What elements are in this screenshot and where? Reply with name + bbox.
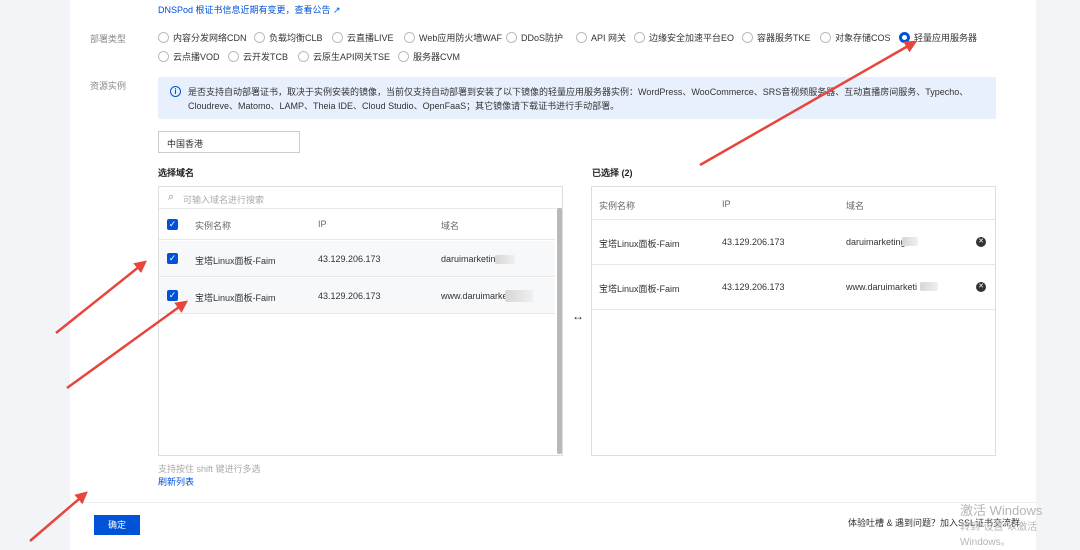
column-header-domain: 域名 [441, 221, 460, 231]
domain-source-list: ⌕ 可输入域名进行搜索 ✓ 实例名称 IP 域名 ✓ 宝塔Linux面板-Fai… [158, 186, 563, 456]
dnspod-notice-link[interactable]: DNSPod 根证书信息近期有变更，查看公告 ↗ [158, 3, 341, 16]
deploy-type-label: 部署类型 [90, 34, 127, 44]
domain-target-list: 实例名称 IP 域名 宝塔Linux面板-Faim 43.129.206.173… [591, 186, 996, 456]
chevron-down-icon: ⌄ [167, 135, 176, 146]
row-ip: 43.129.206.173 [318, 254, 381, 264]
column-header-ip: IP [722, 199, 731, 209]
radio-cdn[interactable]: 内容分发网络CDN [158, 31, 247, 44]
radio-eo[interactable]: 边缘安全加速平台EO [634, 31, 734, 44]
list-scrollbar[interactable] [557, 208, 562, 454]
radio-lighthouse[interactable]: 轻量应用服务器 [899, 31, 977, 44]
radio-ddos[interactable]: DDoS防护 [506, 31, 563, 44]
select-domain-title: 选择域名 [158, 168, 195, 178]
row-instance-name: 宝塔Linux面板-Faim [195, 293, 276, 303]
table-header: 实例名称 IP 域名 [592, 187, 995, 220]
radio-circle-icon [404, 32, 415, 43]
row-instance-name: 宝塔Linux面板-Faim [599, 239, 680, 249]
confirm-button[interactable]: 确定 [94, 515, 140, 535]
column-header-ip: IP [318, 219, 327, 229]
radio-api-gateway[interactable]: API 网关 [576, 31, 626, 44]
row-checkbox[interactable]: ✓ [167, 290, 178, 301]
row-instance-name: 宝塔Linux面板-Faim [195, 256, 276, 266]
resource-label: 资源实例 [90, 81, 127, 91]
radio-tcb[interactable]: 云开发TCB [228, 50, 288, 63]
radio-circle-icon [820, 32, 831, 43]
row-instance-name: 宝塔Linux面板-Faim [599, 284, 680, 294]
dnspod-notice-text: DNSPod 根证书信息近期有变更，查看公告 [158, 5, 331, 15]
radio-circle-icon [576, 32, 587, 43]
info-icon: i [170, 86, 181, 97]
row-checkbox[interactable]: ✓ [167, 253, 178, 264]
radio-waf[interactable]: Web应用防火墙WAF [404, 31, 502, 44]
domain-search-bar[interactable]: ⌕ 可输入域名进行搜索 [159, 187, 562, 209]
redacted-mask [920, 282, 938, 291]
radio-selected-icon [899, 32, 910, 43]
image-support-notice: i 是否支持自动部署证书，取决于实例安装的镜像，当前仅支持自动部署到安装了以下镜… [158, 77, 996, 119]
radio-cvm[interactable]: 服务器CVM [398, 50, 460, 63]
windows-watermark-subtitle: 转到"设置"以激活 Windows。 [960, 522, 1038, 548]
image-support-notice-text: 是否支持自动部署证书，取决于实例安装的镜像，当前仅支持自动部署到安装了以下镜像的… [188, 87, 969, 111]
column-header-instance: 实例名称 [195, 221, 232, 231]
radio-circle-icon [506, 32, 517, 43]
radio-circle-icon [742, 32, 753, 43]
radio-circle-icon [158, 32, 169, 43]
transfer-icon: ↔ [572, 309, 584, 323]
remove-icon[interactable]: ✕ [976, 237, 986, 247]
radio-vod[interactable]: 云点播VOD [158, 50, 220, 63]
redacted-mask [505, 290, 533, 302]
radio-circle-icon [634, 32, 645, 43]
radio-live[interactable]: 云直播LIVE [332, 31, 394, 44]
external-link-icon: ↗ [333, 5, 341, 15]
footer-divider [70, 502, 1036, 503]
row-domain: www.daruimarketi [846, 282, 918, 292]
selected-row: 宝塔Linux面板-Faim 43.129.206.173 daruimarke… [592, 220, 995, 265]
radio-circle-icon [228, 51, 239, 62]
row-domain: www.daruimarke [441, 291, 508, 301]
table-header: ✓ 实例名称 IP 域名 [159, 209, 555, 240]
table-row[interactable]: ✓ 宝塔Linux面板-Faim 43.129.206.173 www.daru… [159, 278, 555, 314]
redacted-mask [495, 255, 515, 264]
main-panel: DNSPod 根证书信息近期有变更，查看公告 ↗ 部署类型 内容分发网络CDN … [70, 0, 1036, 550]
row-domain: daruimarketing [846, 237, 906, 247]
radio-circle-icon [398, 51, 409, 62]
radio-circle-icon [254, 32, 265, 43]
radio-circle-icon [332, 32, 343, 43]
selected-row: 宝塔Linux面板-Faim 43.129.206.173 www.daruim… [592, 265, 995, 310]
column-header-domain: 域名 [846, 201, 865, 211]
row-ip: 43.129.206.173 [722, 282, 785, 292]
windows-watermark-title: 激活 Windows [960, 503, 1043, 518]
radio-circle-icon [158, 51, 169, 62]
search-icon: ⌕ [168, 191, 175, 203]
table-row[interactable]: ✓ 宝塔Linux面板-Faim 43.129.206.173 daruimar… [159, 241, 555, 277]
radio-circle-icon [298, 51, 309, 62]
row-ip: 43.129.206.173 [722, 237, 785, 247]
row-ip: 43.129.206.173 [318, 291, 381, 301]
remove-icon[interactable]: ✕ [976, 282, 986, 292]
row-domain: daruimarketin [441, 254, 496, 264]
domain-search-input[interactable]: 可输入域名进行搜索 [183, 193, 264, 206]
selected-title: 已选择 (2) [592, 168, 633, 178]
redacted-mask [902, 237, 918, 246]
radio-clb[interactable]: 负载均衡CLB [254, 31, 323, 44]
select-all-checkbox[interactable]: ✓ [167, 219, 178, 230]
radio-tse[interactable]: 云原生API网关TSE [298, 50, 390, 63]
multi-select-hint: 支持按住 shift 键进行多选 [158, 464, 261, 474]
radio-cos[interactable]: 对象存储COS [820, 31, 891, 44]
radio-tke[interactable]: 容器服务TKE [742, 31, 811, 44]
region-select[interactable]: 中国香港 ⌄ [158, 131, 300, 153]
column-header-instance: 实例名称 [599, 201, 636, 211]
refresh-list-link[interactable]: 刷新列表 [158, 475, 194, 488]
